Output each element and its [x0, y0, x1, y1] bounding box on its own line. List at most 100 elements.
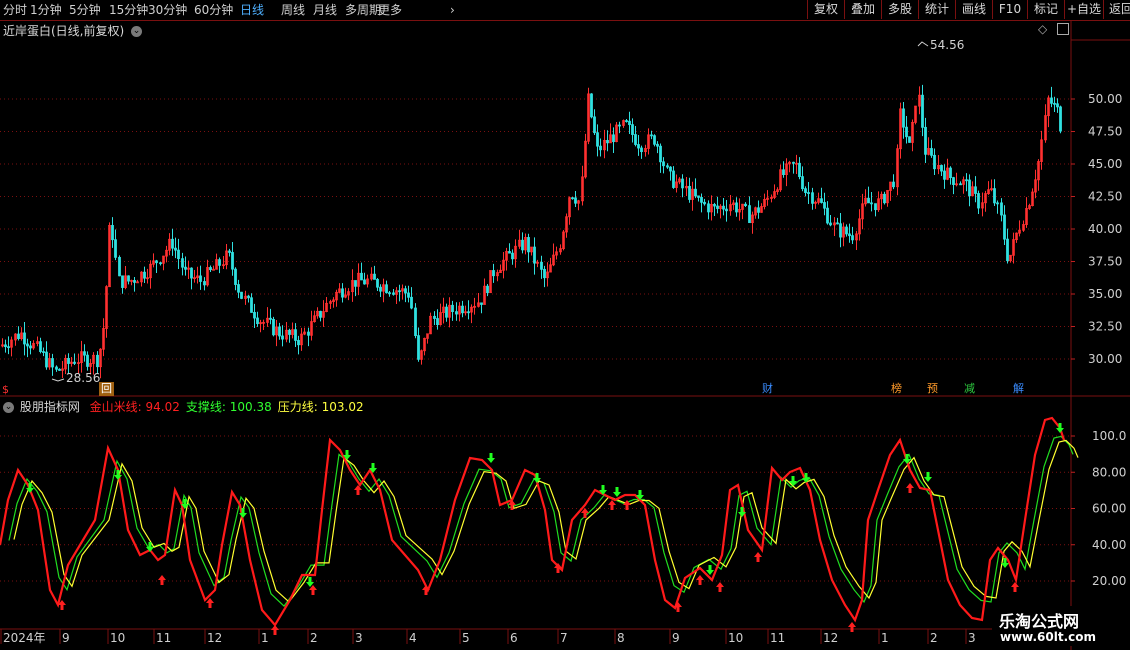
candle-body-240 [757, 207, 760, 213]
candle-body-283 [892, 181, 895, 188]
candle-body-129 [407, 292, 410, 298]
diamond-icon[interactable]: ◇ [1038, 22, 1047, 36]
candle-body-161 [508, 251, 511, 254]
x-label-11: 7 [560, 631, 568, 645]
period-tab-10[interactable]: 更多 [378, 2, 402, 18]
candle-body-211 [666, 165, 669, 168]
candle-body-333 [1050, 97, 1053, 104]
toolbar-button-6[interactable]: 标记 [1027, 0, 1064, 19]
period-tab-1[interactable]: 1分钟 [30, 2, 62, 18]
candle-body-172 [543, 268, 546, 279]
candle-body-187 [590, 93, 593, 118]
period-tab-5[interactable]: 60分钟 [194, 2, 233, 18]
candle-body-198 [625, 120, 628, 122]
candle-body-208 [656, 143, 659, 147]
candle-body-229 [722, 205, 725, 210]
candle-body-213 [672, 170, 675, 188]
candle-body-236 [744, 203, 747, 207]
candle-body-288 [908, 136, 911, 143]
more-arrow-icon[interactable]: › [450, 2, 455, 18]
candle-body-277 [874, 203, 877, 211]
toolbar-button-1[interactable]: 叠加 [844, 0, 881, 19]
candle-body-1 [4, 344, 7, 348]
candle-body-257 [811, 192, 814, 204]
candle-body-72 [228, 250, 231, 253]
candle-body-181 [571, 197, 574, 200]
candle-body-23 [73, 361, 76, 364]
event-badge-1[interactable]: 榜 [889, 382, 904, 396]
candle-body-49 [155, 260, 158, 264]
toolbar-button-4[interactable]: 画线 [955, 0, 992, 19]
candle-body-132 [417, 335, 420, 360]
price-tick-label-3: 42.50 [1088, 190, 1122, 204]
candle-body-171 [540, 261, 543, 270]
candle-body-218 [688, 185, 691, 200]
toolbar-button-2[interactable]: 多股 [881, 0, 918, 19]
candle-body-262 [826, 207, 829, 224]
candle-body-162 [511, 252, 514, 260]
x-label-9: 5 [462, 631, 470, 645]
period-tab-8[interactable]: 月线 [313, 2, 337, 18]
candle-body-93 [294, 329, 297, 341]
period-tab-0[interactable]: 分时 [3, 2, 27, 18]
candle-body-126 [398, 290, 401, 293]
x-label-16: 12 [823, 631, 838, 645]
candle-body-216 [681, 178, 684, 189]
candle-body-2 [7, 346, 10, 349]
kline-chart[interactable]: 50.00 47.50 45.00 42.50 40.00 37.50 35.00 32.50… [0, 21, 1130, 650]
candle-body-268 [845, 226, 848, 235]
toolbar-button-3[interactable]: 统计 [918, 0, 955, 19]
period-tab-4[interactable]: 30分钟 [148, 2, 187, 18]
candle-body-143 [451, 304, 454, 313]
toolbar-button-5[interactable]: F10 [992, 0, 1027, 19]
candle-body-210 [662, 161, 665, 167]
period-tab-6[interactable]: 日线 [240, 2, 264, 18]
panel-expand-icon[interactable] [1057, 23, 1069, 35]
chevron-down-icon[interactable]: ⌄ [131, 26, 143, 37]
event-badge-2[interactable]: 预 [925, 382, 940, 396]
candle-body-221 [697, 195, 700, 198]
candle-body-89 [281, 335, 284, 340]
candle-body-36 [114, 239, 117, 258]
candle-body-256 [807, 192, 810, 194]
candle-body-14 [45, 351, 48, 368]
event-badge-0[interactable]: 财 [760, 382, 775, 396]
toolbar-button-0[interactable]: 复权 [807, 0, 844, 19]
candle-body-207 [653, 135, 656, 145]
candle-body-108 [341, 288, 344, 298]
candle-body-227 [716, 205, 719, 209]
event-badge-3[interactable]: 减 [962, 382, 977, 396]
candle-body-319 [1006, 238, 1009, 262]
x-label-0: 2024年 [3, 631, 46, 645]
candle-body-206 [650, 134, 653, 137]
candle-body-78 [247, 295, 250, 299]
candle-body-55 [174, 247, 177, 251]
event-badge-4[interactable]: 解 [1011, 382, 1026, 396]
jinshan-line [0, 416, 1066, 627]
period-tab-3[interactable]: 15分钟 [109, 2, 148, 18]
candle-body-263 [829, 222, 832, 226]
x-label-19: 3 [968, 631, 976, 645]
period-tab-7[interactable]: 周线 [281, 2, 305, 18]
candle-body-141 [445, 306, 448, 318]
hui-badge[interactable]: 回 [99, 382, 114, 396]
chevron-down-icon[interactable]: ⌄ [3, 402, 14, 413]
period-tab-9[interactable]: 多周期 [345, 2, 381, 18]
candle-body-94 [297, 340, 300, 346]
candle-body-122 [385, 284, 388, 294]
candle-body-220 [694, 188, 697, 197]
toolbar-button-7[interactable]: +自选 [1064, 0, 1103, 19]
period-tab-2[interactable]: 5分钟 [69, 2, 101, 18]
toolbar-button-8[interactable]: 返回 [1103, 0, 1130, 19]
buy-arrow-icon [158, 575, 166, 585]
ind-tick-label-1: 80.00 [1092, 465, 1126, 479]
candle-body-30 [96, 354, 99, 368]
candle-body-9 [29, 345, 32, 349]
signal-arrows [26, 423, 1064, 635]
candle-body-118 [373, 273, 376, 280]
s-marker: $ [2, 383, 9, 396]
candle-body-124 [392, 292, 395, 295]
candle-body-73 [231, 252, 234, 270]
candle-body-302 [952, 177, 955, 185]
price-tick-label-0: 50.00 [1088, 92, 1122, 106]
